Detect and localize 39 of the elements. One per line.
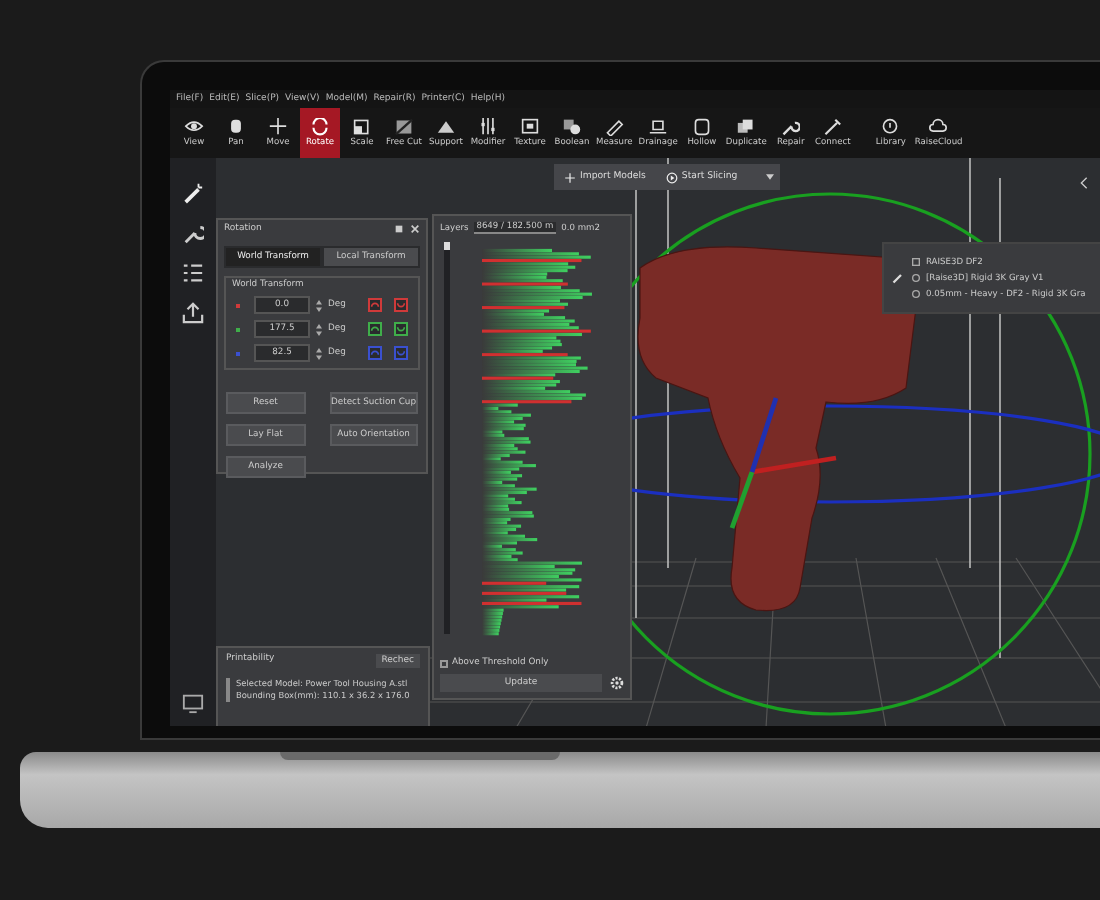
rotate-icon xyxy=(396,348,406,358)
hollow-icon xyxy=(691,118,712,136)
pencil-icon[interactable] xyxy=(892,272,904,284)
settings-icon[interactable] xyxy=(610,676,624,690)
wand-icon[interactable] xyxy=(182,182,204,204)
rotate-icon xyxy=(370,348,380,358)
play-icon xyxy=(665,171,678,183)
duplicate-icon xyxy=(736,118,757,136)
cloud-icon xyxy=(928,118,949,136)
rotate-icon xyxy=(396,300,406,310)
rotate-icon xyxy=(370,324,380,334)
pin-icon[interactable] xyxy=(394,224,404,234)
cut-icon xyxy=(394,118,414,136)
rotate-cw-button[interactable] xyxy=(394,322,408,336)
plus-icon xyxy=(564,171,576,183)
export-icon[interactable] xyxy=(182,302,204,324)
spinner-icon[interactable] xyxy=(316,299,322,311)
spinner-icon[interactable] xyxy=(316,347,322,359)
spinner-icon[interactable] xyxy=(316,323,322,335)
slider-thumb[interactable] xyxy=(444,242,450,250)
sliders-icon xyxy=(478,118,498,136)
list-icon[interactable] xyxy=(182,262,204,284)
checkbox[interactable] xyxy=(440,659,448,667)
caret-icon[interactable] xyxy=(766,174,774,180)
eye-icon xyxy=(184,118,204,136)
rotate-icon xyxy=(310,118,330,136)
tray-icon xyxy=(648,118,669,136)
support-icon xyxy=(436,118,456,136)
rotate-ccw-button[interactable] xyxy=(368,298,382,312)
move-icon xyxy=(268,118,288,136)
rotate-icon xyxy=(370,300,380,310)
scale-icon xyxy=(352,118,372,136)
close-icon[interactable] xyxy=(410,224,420,234)
rotate-icon xyxy=(396,324,406,334)
ruler-icon xyxy=(604,118,625,136)
rotate-ccw-button[interactable] xyxy=(368,322,382,336)
rotate-cw-button[interactable] xyxy=(394,298,408,312)
monitor-icon[interactable] xyxy=(182,692,204,714)
boolean-icon xyxy=(562,118,582,136)
